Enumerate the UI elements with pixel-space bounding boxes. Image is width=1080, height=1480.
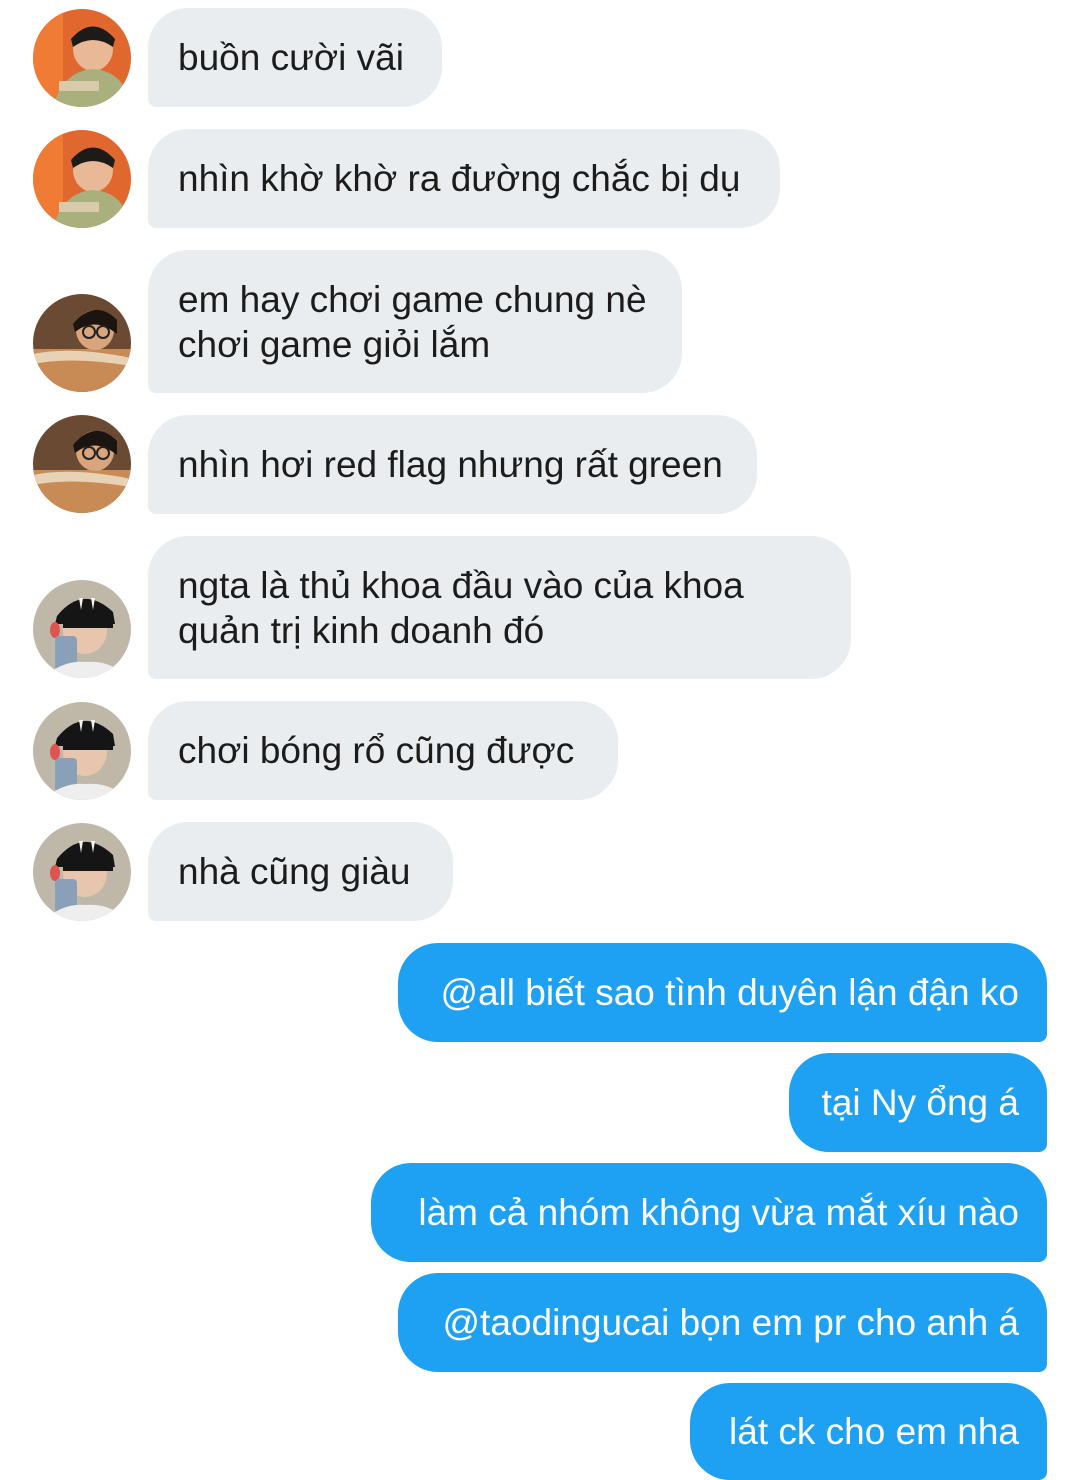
outgoing-message: @taodingucai bọn em pr cho anh á: [398, 1273, 1047, 1372]
incoming-message: chơi bóng rổ cũng được: [148, 701, 618, 800]
incoming-message: ngta là thủ khoa đầu vào của khoa quản t…: [148, 536, 851, 679]
chat-thread: buồn cười vãi nhìn khờ khờ ra đường chắc…: [0, 0, 1080, 1480]
message-text: @all biết sao tình duyên lận đận ko: [440, 972, 1019, 1013]
user-a-avatar[interactable]: [33, 130, 131, 228]
incoming-message: nhìn hơi red flag nhưng rất green: [148, 415, 757, 514]
incoming-message: nhà cũng giàu: [148, 822, 453, 921]
incoming-message: buồn cười vãi: [148, 8, 442, 107]
incoming-message: nhìn khờ khờ ra đường chắc bị dụ: [148, 129, 780, 228]
user-c-avatar[interactable]: [33, 580, 131, 678]
user-c-avatar[interactable]: [33, 823, 131, 921]
user-b-avatar[interactable]: [33, 294, 131, 392]
message-text: chơi bóng rổ cũng được: [178, 730, 575, 771]
message-text: lát ck cho em nha: [729, 1411, 1019, 1452]
user-a-avatar[interactable]: [33, 9, 131, 107]
incoming-message: em hay chơi game chung nè chơi game giỏi…: [148, 250, 682, 393]
message-text: nhà cũng giàu: [178, 851, 411, 892]
outgoing-message: @all biết sao tình duyên lận đận ko: [398, 943, 1047, 1042]
message-text: @taodingucai bọn em pr cho anh á: [442, 1302, 1020, 1343]
outgoing-message: tại Ny ổng á: [789, 1053, 1047, 1152]
message-text: nhìn khờ khờ ra đường chắc bị dụ: [178, 158, 741, 199]
message-text: buồn cười vãi: [178, 37, 404, 78]
message-text: ngta là thủ khoa đầu vào của khoa quản t…: [178, 564, 744, 651]
user-b-avatar[interactable]: [33, 415, 131, 513]
outgoing-message: lát ck cho em nha: [690, 1383, 1047, 1480]
message-text: làm cả nhóm không vừa mắt xíu nào: [418, 1192, 1019, 1233]
message-text: em hay chơi game chung nè chơi game giỏi…: [178, 278, 647, 365]
message-text: nhìn hơi red flag nhưng rất green: [178, 444, 723, 485]
message-text: tại Ny ổng á: [821, 1082, 1019, 1123]
user-c-avatar[interactable]: [33, 702, 131, 800]
outgoing-message: làm cả nhóm không vừa mắt xíu nào: [371, 1163, 1047, 1262]
